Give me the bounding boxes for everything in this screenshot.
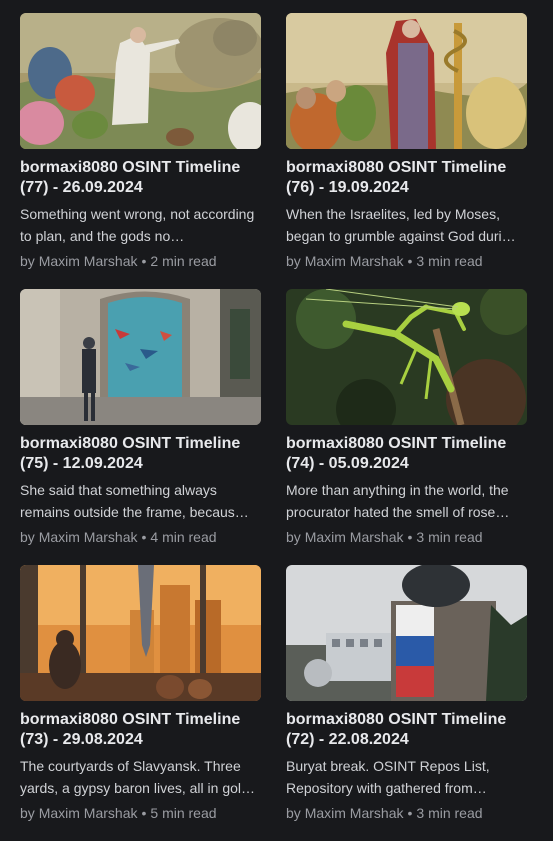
article-excerpt: More than anything in the world, the pro… (286, 482, 510, 520)
article-excerpt: She said that something always remains o… (20, 482, 249, 520)
article-thumbnail[interactable] (20, 13, 261, 149)
author-prefix: by (20, 529, 35, 545)
article-card[interactable]: bormaxi8080 OSINT Timeline (75) - 12.09.… (20, 289, 261, 565)
article-meta: by Maxim Marshak • 4 min read (20, 527, 261, 547)
article-excerpt: The courtyards of Slavyansk. Three yards… (20, 758, 255, 796)
author-prefix: by (286, 805, 301, 821)
article-meta: by Maxim Marshak • 5 min read (20, 803, 261, 823)
article-grid: bormaxi8080 OSINT Timeline (77) - 26.09.… (20, 13, 527, 841)
city-window-illustration (20, 565, 261, 701)
article-card[interactable]: bormaxi8080 OSINT Timeline (77) - 26.09.… (20, 13, 261, 289)
meta-separator: • (407, 805, 413, 821)
article-thumbnail[interactable] (286, 13, 527, 149)
author-name[interactable]: Maxim Marshak (305, 529, 404, 545)
article-card[interactable]: bormaxi8080 OSINT Timeline (76) - 19.09.… (286, 13, 527, 289)
moses-bronze-serpent-illustration (286, 13, 527, 149)
article-title[interactable]: bormaxi8080 OSINT Timeline (72) - 22.08.… (286, 710, 527, 750)
author-prefix: by (20, 805, 35, 821)
article-thumbnail[interactable] (20, 565, 261, 701)
author-prefix: by (286, 529, 301, 545)
article-meta: by Maxim Marshak • 2 min read (20, 251, 261, 271)
article-thumbnail[interactable] (20, 289, 261, 425)
read-time: 4 min read (150, 529, 217, 545)
article-card[interactable]: bormaxi8080 OSINT Timeline (72) - 22.08.… (286, 565, 527, 841)
article-title[interactable]: bormaxi8080 OSINT Timeline (73) - 29.08.… (20, 710, 261, 750)
article-thumbnail[interactable] (286, 289, 527, 425)
praying-mantis-photo (286, 289, 527, 425)
read-time: 3 min read (416, 805, 483, 821)
article-title[interactable]: bormaxi8080 OSINT Timeline (75) - 12.09.… (20, 434, 261, 474)
read-time: 3 min read (416, 529, 483, 545)
article-meta: by Maxim Marshak • 3 min read (286, 251, 527, 271)
article-meta: by Maxim Marshak • 3 min read (286, 803, 527, 823)
article-card[interactable]: bormaxi8080 OSINT Timeline (74) - 05.09.… (286, 289, 527, 565)
author-name[interactable]: Maxim Marshak (305, 805, 404, 821)
meta-separator: • (407, 253, 413, 269)
meta-separator: • (141, 529, 147, 545)
article-excerpt: Something went wrong, not according to p… (20, 206, 255, 244)
article-card[interactable]: bormaxi8080 OSINT Timeline (73) - 29.08.… (20, 565, 261, 841)
meta-separator: • (141, 805, 147, 821)
monument-painted-pedestal-photo (286, 565, 527, 701)
author-name[interactable]: Maxim Marshak (39, 805, 138, 821)
read-time: 2 min read (150, 253, 217, 269)
author-name[interactable]: Maxim Marshak (39, 253, 138, 269)
author-prefix: by (286, 253, 301, 269)
biblical-prayer-illustration (20, 13, 261, 149)
article-meta: by Maxim Marshak • 3 min read (286, 527, 527, 547)
read-time: 5 min read (150, 805, 217, 821)
article-excerpt: When the Israelites, led by Moses, began… (286, 206, 516, 244)
article-title[interactable]: bormaxi8080 OSINT Timeline (76) - 19.09.… (286, 158, 527, 198)
author-name[interactable]: Maxim Marshak (305, 253, 404, 269)
article-title[interactable]: bormaxi8080 OSINT Timeline (74) - 05.09.… (286, 434, 527, 474)
museum-aquarium-window-photo (20, 289, 261, 425)
read-time: 3 min read (416, 253, 483, 269)
article-title[interactable]: bormaxi8080 OSINT Timeline (77) - 26.09.… (20, 158, 261, 198)
meta-separator: • (407, 529, 413, 545)
article-excerpt: Buryat break. OSINT Repos List, Reposito… (286, 758, 490, 796)
meta-separator: • (141, 253, 147, 269)
author-prefix: by (20, 253, 35, 269)
author-name[interactable]: Maxim Marshak (39, 529, 138, 545)
article-thumbnail[interactable] (286, 565, 527, 701)
